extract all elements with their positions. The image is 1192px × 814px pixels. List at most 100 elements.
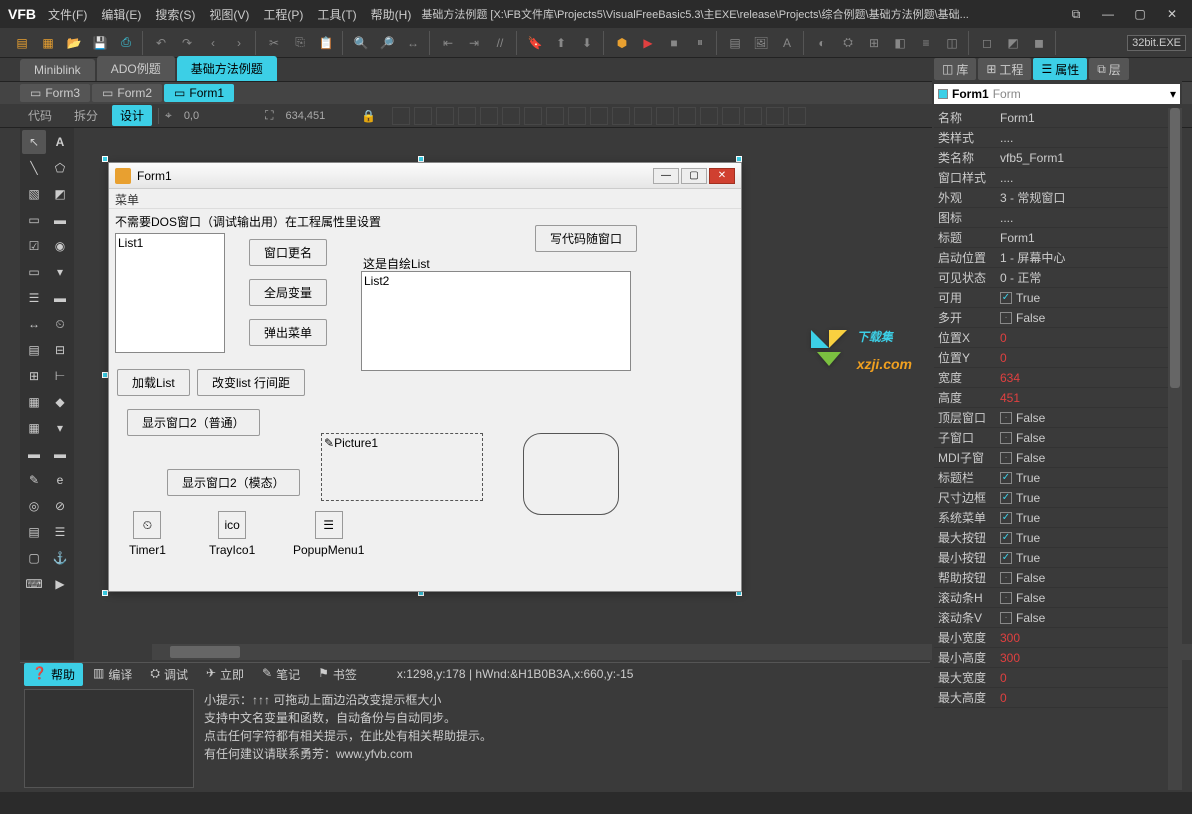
property-value[interactable]: 3 - 常规窗口 — [1000, 189, 1180, 206]
property-row[interactable]: 可见状态0 - 正常 — [934, 268, 1180, 288]
tool-calendar[interactable]: ▦ — [22, 416, 46, 440]
checkbox-unchecked-icon[interactable]: · — [1000, 572, 1012, 584]
same-width-icon[interactable] — [524, 107, 542, 125]
property-value[interactable]: Form1 — [1000, 231, 1180, 245]
mode-code[interactable]: 代码 — [20, 105, 60, 126]
tool-picture[interactable]: ▧ — [22, 182, 46, 206]
property-row[interactable]: 位置Y0 — [934, 348, 1180, 368]
property-row[interactable]: 最小高度300 — [934, 648, 1180, 668]
tool-dirlist[interactable]: ▤ — [22, 520, 46, 544]
checkbox-checked-icon[interactable]: ✓ — [1000, 292, 1012, 304]
menu-tools[interactable]: 工具(T) — [317, 6, 356, 23]
property-row[interactable]: 最小宽度300 — [934, 628, 1180, 648]
tool-checkbox[interactable]: ☑ — [22, 234, 46, 258]
mode-split[interactable]: 拆分 — [66, 105, 106, 126]
tool-frame[interactable]: ▭ — [22, 208, 46, 232]
doc-tab-0[interactable]: Miniblink — [20, 59, 95, 81]
property-value[interactable]: .... — [1000, 131, 1180, 145]
tool-label[interactable]: A — [48, 130, 72, 154]
tool-popup[interactable]: ▢ — [22, 546, 46, 570]
property-row[interactable]: 尺寸边框✓True — [934, 488, 1180, 508]
tool-drive[interactable]: ⊘ — [48, 494, 72, 518]
property-row[interactable]: 图标.... — [934, 208, 1180, 228]
property-value[interactable]: ✓True — [1000, 511, 1180, 525]
checkbox-unchecked-icon[interactable]: · — [1000, 432, 1012, 444]
property-row[interactable]: 名称Form1 — [934, 108, 1180, 128]
bookmark-prev-icon[interactable]: ⬆ — [549, 31, 573, 55]
tool-progress[interactable]: ▤ — [22, 338, 46, 362]
form-menubar[interactable]: 菜单 — [109, 189, 741, 209]
panel-tab-prop[interactable]: ☰属性 — [1033, 58, 1087, 80]
form-close-icon[interactable]: ✕ — [709, 168, 735, 184]
align-right-icon[interactable] — [436, 107, 454, 125]
undo-icon[interactable]: ↶ — [149, 31, 173, 55]
tool3-icon[interactable]: ⊞ — [862, 31, 886, 55]
property-row[interactable]: 系统菜单✓True — [934, 508, 1180, 528]
tool-panel[interactable]: ▬ — [48, 208, 72, 232]
tool-tree[interactable]: ⊢ — [48, 364, 72, 388]
property-row[interactable]: 滚动条V·False — [934, 608, 1180, 628]
property-row[interactable]: 高度451 — [934, 388, 1180, 408]
property-value[interactable]: 0 — [1000, 671, 1180, 685]
property-value[interactable]: ·False — [1000, 451, 1180, 465]
property-row[interactable]: 最大高度0 — [934, 688, 1180, 708]
property-value[interactable]: ·False — [1000, 431, 1180, 445]
menu-help[interactable]: 帮助(H) — [371, 6, 412, 23]
cut-icon[interactable]: ✂ — [262, 31, 286, 55]
new-project-icon[interactable]: ▦ — [36, 31, 60, 55]
forward-icon[interactable]: › — [227, 31, 251, 55]
vspace-icon[interactable] — [612, 107, 630, 125]
menu-project[interactable]: 工程(P) — [263, 6, 303, 23]
send-back-icon[interactable] — [700, 107, 718, 125]
list1[interactable]: List1 — [115, 233, 225, 353]
popupmenu-component[interactable]: ☰PopupMenu1 — [293, 511, 364, 557]
checkbox-checked-icon[interactable]: ✓ — [1000, 492, 1012, 504]
btn-popup-menu[interactable]: 弹出菜单 — [249, 319, 327, 346]
tool-richedit[interactable]: ✎ — [22, 468, 46, 492]
hspace-icon[interactable] — [590, 107, 608, 125]
ungroup-icon[interactable] — [744, 107, 762, 125]
bookmark-icon[interactable]: 🔖 — [523, 31, 547, 55]
tool-tab[interactable]: ⊞ — [22, 364, 46, 388]
form-maximize-icon[interactable]: ▢ — [681, 168, 707, 184]
property-row[interactable]: 外观3 - 常规窗口 — [934, 188, 1180, 208]
tool-shape[interactable]: ⬠ — [48, 156, 72, 180]
minimize-icon[interactable]: — — [1096, 7, 1120, 22]
panel-tab-project[interactable]: ⊞工程 — [978, 58, 1031, 80]
string-icon[interactable]: A — [775, 31, 799, 55]
property-value[interactable]: 451 — [1000, 391, 1180, 405]
property-value[interactable]: 0 — [1000, 691, 1180, 705]
property-value[interactable]: ✓True — [1000, 531, 1180, 545]
checkbox-checked-icon[interactable]: ✓ — [1000, 512, 1012, 524]
pause-icon[interactable]: ⏸ — [688, 31, 712, 55]
btn-global-var[interactable]: 全局变量 — [249, 279, 327, 306]
save-all-icon[interactable]: ⎙ — [114, 31, 138, 55]
bottom-tab-bookmarks[interactable]: ⚑书签 — [310, 663, 365, 686]
new-window-icon[interactable]: ⧉ — [1064, 7, 1088, 22]
same-height-icon[interactable] — [546, 107, 564, 125]
theme3-icon[interactable]: ◼ — [1027, 31, 1051, 55]
checkbox-unchecked-icon[interactable]: · — [1000, 452, 1012, 464]
property-row[interactable]: 可用✓True — [934, 288, 1180, 308]
property-row[interactable]: 滚动条H·False — [934, 588, 1180, 608]
stop-icon[interactable]: ■ — [662, 31, 686, 55]
list2-header-label[interactable]: 这是自绘List — [363, 255, 430, 272]
trayicon-component[interactable]: icoTrayIco1 — [209, 511, 255, 557]
list2[interactable]: List2 — [361, 271, 631, 371]
btn-rename[interactable]: 窗口更名 — [249, 239, 327, 266]
property-value[interactable]: Form1 — [1000, 111, 1180, 125]
timer-component[interactable]: ⏲Timer1 — [129, 511, 166, 557]
tool2-icon[interactable]: ⛭ — [836, 31, 860, 55]
form-minimize-icon[interactable]: — — [653, 168, 679, 184]
align-middle-icon[interactable] — [480, 107, 498, 125]
checkbox-checked-icon[interactable]: ✓ — [1000, 532, 1012, 544]
group-icon[interactable] — [722, 107, 740, 125]
property-row[interactable]: MDI子窗·False — [934, 448, 1180, 468]
property-row[interactable]: 标题Form1 — [934, 228, 1180, 248]
tool-datepicker[interactable]: ▾ — [48, 416, 72, 440]
property-value[interactable]: ✓True — [1000, 291, 1180, 305]
property-row[interactable]: 类名称vfb5_Form1 — [934, 148, 1180, 168]
property-object-selector[interactable]: Form1 Form ▾ — [934, 84, 1180, 104]
btn-write-code[interactable]: 写代码随窗口 — [535, 225, 637, 252]
close-icon[interactable]: ✕ — [1160, 7, 1184, 22]
